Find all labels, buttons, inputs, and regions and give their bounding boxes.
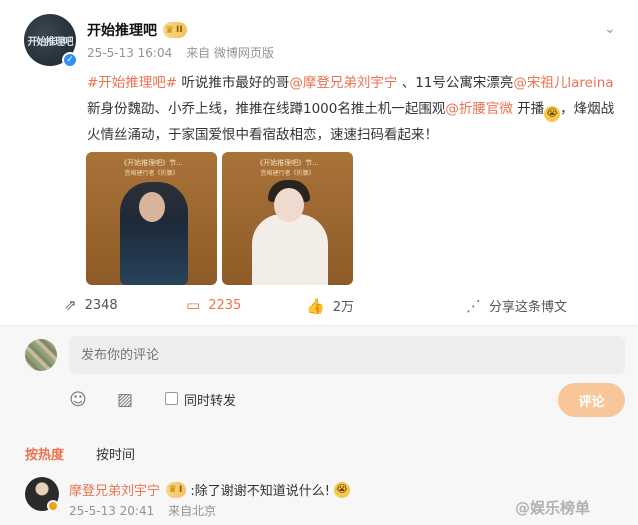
- vip-level: I: [178, 484, 183, 495]
- repost-icon: ⇗: [64, 296, 77, 314]
- vip-badge[interactable]: ♛ I: [166, 481, 187, 498]
- sort-by-time-tab[interactable]: 按时间: [96, 444, 135, 463]
- comment-item: 摩登兄弟刘宇宁 ♛ I :除了谢谢不知道说什么! 😭: [69, 480, 350, 499]
- mention-link-zheyao[interactable]: @折腰官微: [445, 101, 513, 117]
- share-icon: ⋰: [466, 296, 481, 315]
- image-icon[interactable]: ▨: [115, 390, 135, 410]
- post-avatar[interactable]: 开始推理吧 ✓: [24, 14, 78, 68]
- post-text: #开始推理吧# 听说推市最好的哥@摩登兄弟刘宇宁 、11号公寓宋漂亮@宋祖儿la…: [87, 70, 627, 148]
- post-text-segment: 开播: [512, 101, 545, 117]
- submit-comment-button[interactable]: 评论: [558, 383, 625, 417]
- image-face: [274, 188, 304, 222]
- post-text-segment: 听说推市最好的哥: [177, 75, 290, 91]
- crying-emoji-icon: 😭: [544, 106, 561, 122]
- post-image-2[interactable]: 《开始推理吧》节... 宫格建行者《折腰》: [222, 152, 353, 285]
- image-title: 《开始推理吧》节...: [256, 159, 319, 167]
- current-user-avatar[interactable]: [25, 339, 57, 371]
- comment-icon: ▭: [186, 296, 201, 314]
- comment-location: 来自北京: [168, 504, 217, 518]
- post-image-1[interactable]: 《开始推理吧》节... 宫格建行者《折腰》: [86, 152, 217, 285]
- share-label: 分享这条博文: [489, 300, 568, 315]
- mention-link-songzuer[interactable]: @宋祖儿lareina: [513, 75, 613, 91]
- repost-button[interactable]: ⇗ 2348: [64, 296, 118, 314]
- share-button[interactable]: ⋰ 分享这条博文: [466, 296, 568, 316]
- comment-time: 25-5-13 20:41: [69, 504, 155, 518]
- vip-badge[interactable]: ♛ II: [163, 22, 187, 38]
- post-meta: 25-5-13 16:04 来自 微博网页版: [87, 44, 284, 61]
- image-face: [139, 192, 165, 222]
- vip-crown-icon: ♛: [165, 24, 174, 36]
- post-time[interactable]: 25-5-13 16:04: [87, 46, 172, 60]
- verified-icon: ✓: [62, 52, 78, 68]
- repost-checkbox-label[interactable]: 同时转发: [184, 390, 236, 409]
- sort-by-hot-tab[interactable]: 按热度: [25, 444, 64, 463]
- comment-text: :除了谢谢不知道说什么!: [190, 484, 330, 499]
- chevron-down-icon[interactable]: ⌄: [604, 22, 618, 36]
- comment-meta: 25-5-13 20:41 来自北京: [69, 502, 226, 519]
- like-count: 2万: [332, 300, 354, 315]
- post-text-segment: 新身份魏劭、小乔上线，推推在线蹲1000名推土机一起围观: [87, 101, 446, 117]
- post-actions: ⇗ 2348 ▭ 2235 👍 2万 ⋰ 分享这条博文: [0, 292, 638, 320]
- comment-user-name[interactable]: 摩登兄弟刘宇宁: [69, 480, 160, 499]
- post-text-segment: 、11号公寓宋漂亮: [397, 75, 514, 91]
- verified-badge-icon: [47, 500, 59, 512]
- repost-count: 2348: [84, 297, 118, 313]
- like-button[interactable]: 👍 2万: [306, 296, 354, 316]
- vip-crown-icon: ♛: [168, 484, 177, 495]
- comment-input[interactable]: [69, 336, 625, 374]
- crying-emoji-icon: 😭: [333, 481, 350, 498]
- post-source: 来自 微博网页版: [186, 46, 274, 60]
- comment-button[interactable]: ▭ 2235: [186, 296, 241, 314]
- image-title: 《开始推理吧》节...: [120, 159, 183, 167]
- comment-count: 2235: [208, 297, 242, 313]
- topic-link[interactable]: #开始推理吧#: [87, 75, 177, 91]
- post-card: 开始推理吧 ✓ 开始推理吧 ♛ II 25-5-13 16:04 来自 微博网页…: [0, 0, 638, 325]
- post-header: 开始推理吧 ♛ II: [87, 20, 187, 40]
- vip-level: II: [175, 25, 183, 35]
- image-subtitle: 宫格建行者《折腰》: [260, 170, 315, 177]
- emoji-icon[interactable]: ☺: [68, 390, 88, 410]
- mention-link-liuyuning[interactable]: @摩登兄弟刘宇宁: [289, 75, 397, 91]
- repost-checkbox[interactable]: [165, 392, 178, 405]
- like-icon: 👍: [306, 296, 325, 315]
- watermark: @娱乐榜单: [515, 499, 591, 517]
- post-user-name[interactable]: 开始推理吧: [87, 20, 157, 40]
- image-figure: [252, 214, 328, 285]
- image-subtitle: 宫格建行者《折腰》: [124, 170, 179, 177]
